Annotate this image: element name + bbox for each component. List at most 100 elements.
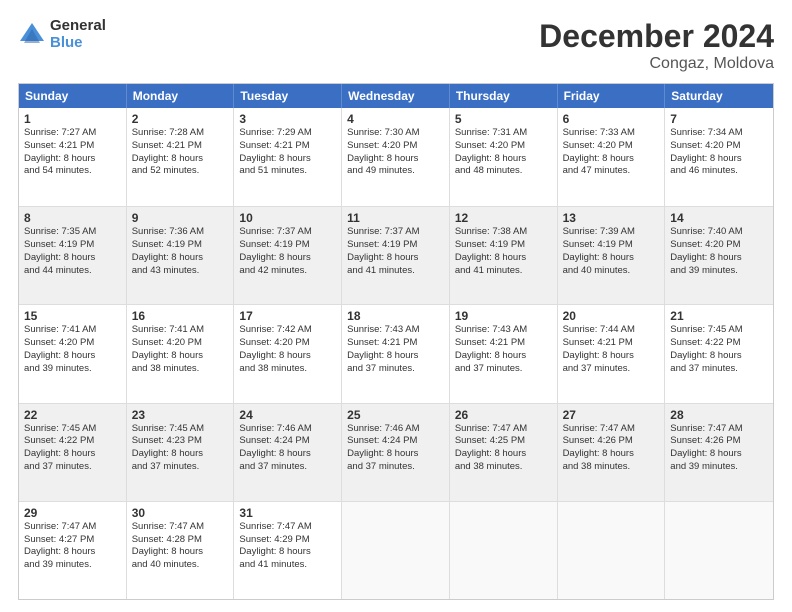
day-number: 18 xyxy=(347,309,444,323)
daylight-minutes-text: and 40 minutes. xyxy=(563,265,660,278)
day-number: 14 xyxy=(670,211,768,225)
calendar-cell-day-15: 15Sunrise: 7:41 AMSunset: 4:20 PMDayligh… xyxy=(19,305,127,402)
calendar-cell-day-6: 6Sunrise: 7:33 AMSunset: 4:20 PMDaylight… xyxy=(558,108,666,206)
day-number: 30 xyxy=(132,506,229,520)
sunrise-text: Sunrise: 7:30 AM xyxy=(347,127,444,140)
sunset-text: Sunset: 4:21 PM xyxy=(455,337,552,350)
weekday-header-tuesday: Tuesday xyxy=(234,84,342,108)
sunrise-text: Sunrise: 7:47 AM xyxy=(455,423,552,436)
daylight-text: Daylight: 8 hours xyxy=(563,153,660,166)
sunset-text: Sunset: 4:19 PM xyxy=(239,239,336,252)
sunrise-text: Sunrise: 7:47 AM xyxy=(24,521,121,534)
calendar-cell-day-24: 24Sunrise: 7:46 AMSunset: 4:24 PMDayligh… xyxy=(234,404,342,501)
sunset-text: Sunset: 4:22 PM xyxy=(24,435,121,448)
daylight-minutes-text: and 40 minutes. xyxy=(132,559,229,572)
calendar-cell-day-5: 5Sunrise: 7:31 AMSunset: 4:20 PMDaylight… xyxy=(450,108,558,206)
daylight-text: Daylight: 8 hours xyxy=(24,546,121,559)
day-number: 20 xyxy=(563,309,660,323)
sunrise-text: Sunrise: 7:46 AM xyxy=(347,423,444,436)
logo-general-text: General xyxy=(50,18,106,35)
sunrise-text: Sunrise: 7:45 AM xyxy=(24,423,121,436)
calendar-cell-day-13: 13Sunrise: 7:39 AMSunset: 4:19 PMDayligh… xyxy=(558,207,666,304)
daylight-minutes-text: and 48 minutes. xyxy=(455,165,552,178)
weekday-header-monday: Monday xyxy=(127,84,235,108)
weekday-header-thursday: Thursday xyxy=(450,84,558,108)
sunrise-text: Sunrise: 7:29 AM xyxy=(239,127,336,140)
daylight-text: Daylight: 8 hours xyxy=(455,448,552,461)
day-number: 27 xyxy=(563,408,660,422)
day-number: 19 xyxy=(455,309,552,323)
daylight-minutes-text: and 42 minutes. xyxy=(239,265,336,278)
daylight-text: Daylight: 8 hours xyxy=(132,546,229,559)
calendar-cell-day-3: 3Sunrise: 7:29 AMSunset: 4:21 PMDaylight… xyxy=(234,108,342,206)
calendar-cell-day-2: 2Sunrise: 7:28 AMSunset: 4:21 PMDaylight… xyxy=(127,108,235,206)
calendar-cell-day-19: 19Sunrise: 7:43 AMSunset: 4:21 PMDayligh… xyxy=(450,305,558,402)
sunset-text: Sunset: 4:19 PM xyxy=(455,239,552,252)
sunset-text: Sunset: 4:19 PM xyxy=(132,239,229,252)
sunset-text: Sunset: 4:20 PM xyxy=(670,140,768,153)
sunset-text: Sunset: 4:25 PM xyxy=(455,435,552,448)
calendar: SundayMondayTuesdayWednesdayThursdayFrid… xyxy=(18,83,774,600)
sunset-text: Sunset: 4:26 PM xyxy=(563,435,660,448)
sunset-text: Sunset: 4:20 PM xyxy=(239,337,336,350)
daylight-text: Daylight: 8 hours xyxy=(670,448,768,461)
sunset-text: Sunset: 4:20 PM xyxy=(347,140,444,153)
sunset-text: Sunset: 4:19 PM xyxy=(347,239,444,252)
calendar-cell-day-1: 1Sunrise: 7:27 AMSunset: 4:21 PMDaylight… xyxy=(19,108,127,206)
calendar-cell-empty-4-6 xyxy=(665,502,773,599)
day-number: 31 xyxy=(239,506,336,520)
sunrise-text: Sunrise: 7:43 AM xyxy=(347,324,444,337)
daylight-text: Daylight: 8 hours xyxy=(563,350,660,363)
daylight-minutes-text: and 47 minutes. xyxy=(563,165,660,178)
calendar-cell-day-8: 8Sunrise: 7:35 AMSunset: 4:19 PMDaylight… xyxy=(19,207,127,304)
day-number: 25 xyxy=(347,408,444,422)
daylight-text: Daylight: 8 hours xyxy=(455,252,552,265)
day-number: 28 xyxy=(670,408,768,422)
calendar-cell-empty-4-3 xyxy=(342,502,450,599)
header: General Blue December 2024 Congaz, Moldo… xyxy=(18,18,774,73)
sunset-text: Sunset: 4:29 PM xyxy=(239,534,336,547)
sunrise-text: Sunrise: 7:28 AM xyxy=(132,127,229,140)
day-number: 11 xyxy=(347,211,444,225)
daylight-text: Daylight: 8 hours xyxy=(132,350,229,363)
daylight-minutes-text: and 38 minutes. xyxy=(563,461,660,474)
sunset-text: Sunset: 4:24 PM xyxy=(347,435,444,448)
sunset-text: Sunset: 4:21 PM xyxy=(239,140,336,153)
daylight-text: Daylight: 8 hours xyxy=(347,153,444,166)
daylight-minutes-text: and 39 minutes. xyxy=(24,363,121,376)
sunrise-text: Sunrise: 7:46 AM xyxy=(239,423,336,436)
daylight-text: Daylight: 8 hours xyxy=(24,448,121,461)
daylight-text: Daylight: 8 hours xyxy=(347,350,444,363)
weekday-header-friday: Friday xyxy=(558,84,666,108)
sunset-text: Sunset: 4:21 PM xyxy=(132,140,229,153)
daylight-text: Daylight: 8 hours xyxy=(670,252,768,265)
daylight-minutes-text: and 38 minutes. xyxy=(132,363,229,376)
logo-blue-text: Blue xyxy=(50,35,106,52)
calendar-cell-day-21: 21Sunrise: 7:45 AMSunset: 4:22 PMDayligh… xyxy=(665,305,773,402)
sunrise-text: Sunrise: 7:37 AM xyxy=(347,226,444,239)
page-title: December 2024 xyxy=(539,18,774,55)
calendar-header: SundayMondayTuesdayWednesdayThursdayFrid… xyxy=(19,84,773,108)
day-number: 12 xyxy=(455,211,552,225)
daylight-text: Daylight: 8 hours xyxy=(24,153,121,166)
sunrise-text: Sunrise: 7:45 AM xyxy=(670,324,768,337)
logo-text: General Blue xyxy=(50,18,106,51)
sunset-text: Sunset: 4:27 PM xyxy=(24,534,121,547)
daylight-text: Daylight: 8 hours xyxy=(132,252,229,265)
day-number: 16 xyxy=(132,309,229,323)
daylight-text: Daylight: 8 hours xyxy=(455,153,552,166)
daylight-text: Daylight: 8 hours xyxy=(239,546,336,559)
sunrise-text: Sunrise: 7:39 AM xyxy=(563,226,660,239)
sunset-text: Sunset: 4:19 PM xyxy=(24,239,121,252)
sunset-text: Sunset: 4:20 PM xyxy=(563,140,660,153)
sunrise-text: Sunrise: 7:35 AM xyxy=(24,226,121,239)
daylight-minutes-text: and 54 minutes. xyxy=(24,165,121,178)
day-number: 6 xyxy=(563,112,660,126)
calendar-cell-day-9: 9Sunrise: 7:36 AMSunset: 4:19 PMDaylight… xyxy=(127,207,235,304)
sunset-text: Sunset: 4:22 PM xyxy=(670,337,768,350)
sunrise-text: Sunrise: 7:41 AM xyxy=(132,324,229,337)
sunset-text: Sunset: 4:28 PM xyxy=(132,534,229,547)
sunrise-text: Sunrise: 7:42 AM xyxy=(239,324,336,337)
title-block: December 2024 Congaz, Moldova xyxy=(539,18,774,73)
sunrise-text: Sunrise: 7:33 AM xyxy=(563,127,660,140)
